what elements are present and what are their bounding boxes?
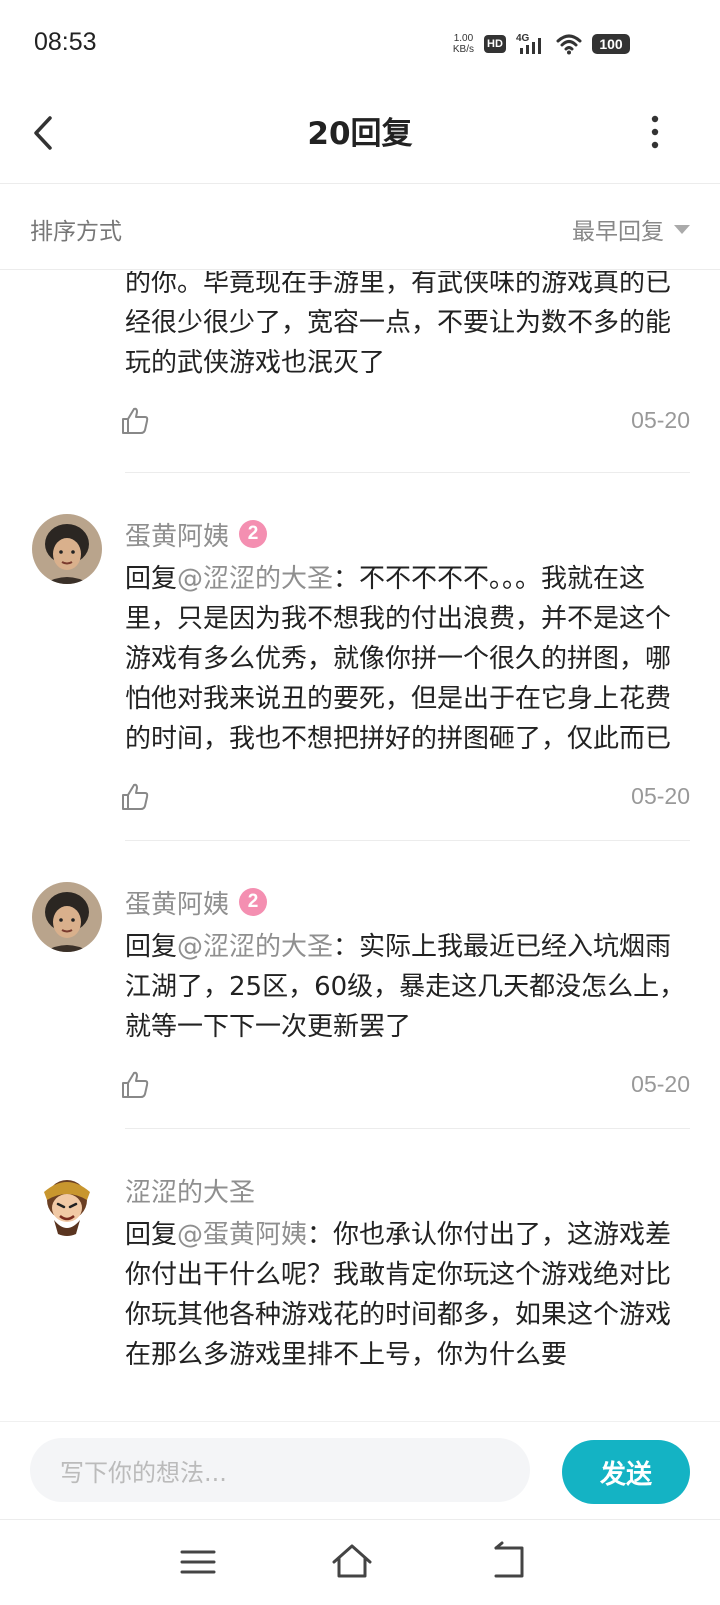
status-bar: 08:53 1.00 KB/s HD 4G 100 <box>0 0 720 86</box>
author-name[interactable]: 蛋黄阿姨 <box>125 884 229 921</box>
back-nav-icon[interactable] <box>486 1540 530 1584</box>
caret-down-icon <box>674 224 690 234</box>
reply-date: 05-20 <box>631 407 690 433</box>
avatar[interactable] <box>32 514 102 584</box>
reply-author-row: 涩涩的大圣 <box>125 1169 690 1211</box>
home-icon[interactable] <box>330 1540 374 1584</box>
level-badge: 2 <box>239 520 268 548</box>
reply-list[interactable]: 的你。毕竟现在手游里，有武侠味的游戏真的已经很少很少了，宽容一点，不要让为数不多… <box>0 271 720 1421</box>
mention-link[interactable]: @涩涩的大圣 <box>177 564 333 594</box>
network-speed-unit: KB/s <box>452 44 474 55</box>
reply-date: 05-20 <box>631 1071 690 1097</box>
status-time: 08:53 <box>34 28 97 56</box>
thumbs-up-icon[interactable] <box>119 781 151 813</box>
network-speed-value: 1.00 <box>453 33 474 44</box>
more-vertical-icon <box>651 115 659 149</box>
sort-label: 排序方式 <box>30 219 122 245</box>
reply-text: 回复@涩涩的大圣：实际上我最近已经入坑烟雨江湖了，25区，60级，暴走这几天都没… <box>125 927 690 1047</box>
level-badge: 2 <box>239 888 268 916</box>
comment-composer: 写下你的想法... 发送 <box>0 1421 720 1519</box>
reply-prefix: 回复 <box>125 932 178 962</box>
wifi-icon <box>556 34 582 55</box>
author-name[interactable]: 涩涩的大圣 <box>125 1172 255 1209</box>
page-title: 20回复 <box>307 116 413 152</box>
comment-input[interactable]: 写下你的想法... <box>30 1438 530 1502</box>
mention-link[interactable]: @涩涩的大圣 <box>177 932 333 962</box>
menu-icon[interactable] <box>176 1540 220 1584</box>
reply-text: 回复@蛋黄阿姨：你也承认你付出了，这游戏差你付出干什么呢？我敢肯定你玩这个游戏绝… <box>125 1215 690 1375</box>
battery-icon: 100 <box>592 34 630 54</box>
reply-footer: 05-20 <box>122 759 690 841</box>
reply-text: 的你。毕竟现在手游里，有武侠味的游戏真的已经很少很少了，宽容一点，不要让为数不多… <box>125 271 672 378</box>
reply-footer: 05-20 <box>122 383 690 473</box>
reply-item: 蛋黄阿姨 2 回复@涩涩的大圣：实际上我最近已经入坑烟雨江湖了，25区，60级，… <box>0 841 720 1129</box>
avatar[interactable] <box>32 1170 102 1240</box>
sort-selected-value: 最早回复 <box>572 219 664 245</box>
hd-icon: HD <box>484 35 506 53</box>
reply-footer: 05-20 <box>122 1047 690 1129</box>
reply-author-row: 蛋黄阿姨 2 <box>125 513 690 555</box>
sort-bar: 排序方式 最早回复 <box>0 184 720 270</box>
sort-dropdown[interactable]: 最早回复 <box>572 212 690 246</box>
send-button[interactable]: 发送 <box>562 1440 690 1504</box>
network-speed: 1.00 KB/s <box>453 33 474 55</box>
thumbs-up-icon[interactable] <box>119 405 151 437</box>
reply-item: 涩涩的大圣 回复@蛋黄阿姨：你也承认你付出了，这游戏差你付出干什么呢？我敢肯定你… <box>0 1129 720 1375</box>
reply-item: 蛋黄阿姨 2 回复@涩涩的大圣：不不不不不。。。我就在这里，只是因为我不想我的付… <box>0 473 720 841</box>
network-type-label: 4G <box>516 33 530 44</box>
thumbs-up-icon[interactable] <box>119 1069 151 1101</box>
reply-author-row: 蛋黄阿姨 2 <box>125 881 690 923</box>
author-name[interactable]: 蛋黄阿姨 <box>125 516 229 553</box>
cellular-signal-icon: 4G <box>516 33 541 54</box>
reply-prefix: 回复 <box>125 1220 178 1250</box>
reply-prefix: 回复 <box>125 564 178 594</box>
reply-item: 的你。毕竟现在手游里，有武侠味的游戏真的已经很少很少了，宽容一点，不要让为数不多… <box>0 271 720 473</box>
reply-date: 05-20 <box>631 783 690 809</box>
avatar[interactable] <box>32 882 102 952</box>
mention-link[interactable]: @蛋黄阿姨 <box>177 1220 307 1250</box>
system-nav-bar <box>0 1519 720 1605</box>
top-app-bar: 20回复 <box>0 86 720 184</box>
reply-text: 回复@涩涩的大圣：不不不不不。。。我就在这里，只是因为我不想我的付出浪费，并不是… <box>125 559 690 759</box>
status-icons: 1.00 KB/s HD 4G 100 <box>453 30 630 58</box>
more-options-button[interactable] <box>640 110 670 154</box>
